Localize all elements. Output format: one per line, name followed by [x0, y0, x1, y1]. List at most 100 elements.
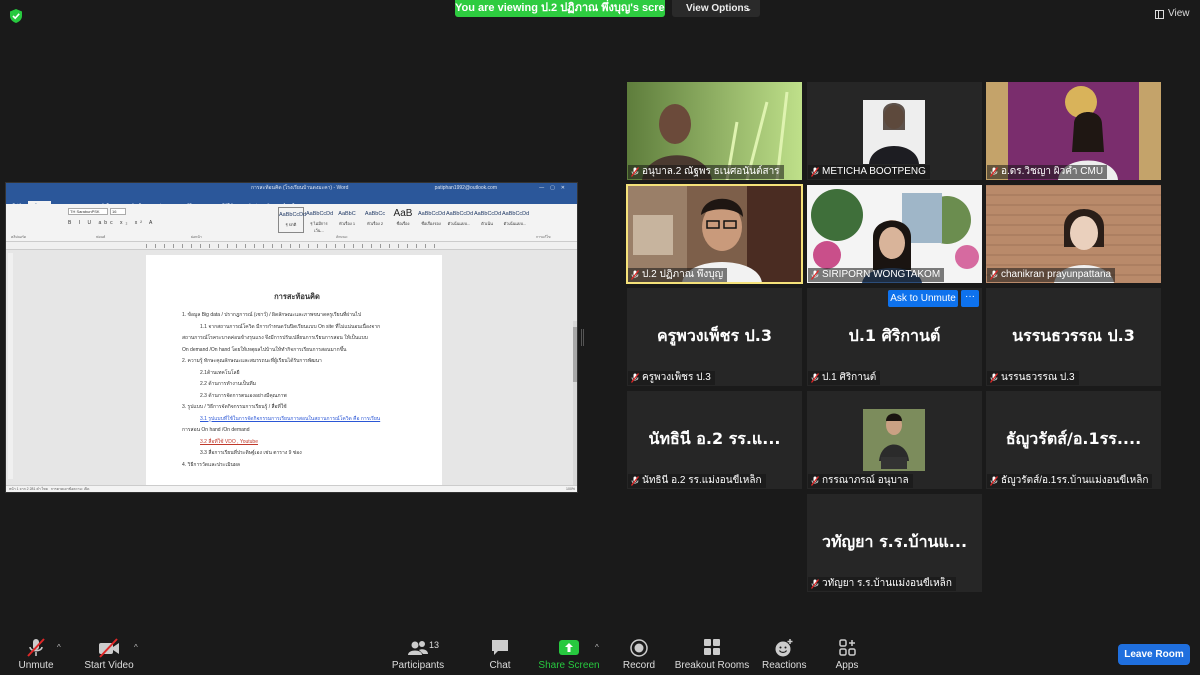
- participant-nameplate: อ.ดร.วิชญา ผิวคำ CMU: [987, 165, 1108, 179]
- participant-tile[interactable]: วทัญยา ร.ร.บ้านแ... วทัญยา ร.ร.บ้านแม่งอน…: [807, 494, 982, 592]
- style-sample: AaB: [393, 208, 413, 219]
- participant-tile[interactable]: นรรนธวรรณ ป.3 นรรนธวรรณ ป.3: [986, 288, 1161, 386]
- style-preset[interactable]: AaBbCcDd ตัวเน้นแบบ...: [502, 207, 529, 233]
- participant-name: นัทธินี อ.2 รร.แม่งอนขี้เหล็ก: [642, 475, 762, 486]
- status-zoom: 100%: [566, 487, 575, 491]
- muted-mic-icon: [990, 373, 998, 383]
- doc-line: 1. ข้อมูล Big data / ปรากฎการณ์ (เชาว์) …: [182, 312, 362, 318]
- word-status-bar: หน้า 1 จาก 2 281 คำ ไทย การคาดเดาข้อความ…: [6, 485, 577, 492]
- participant-name: วทัญยา ร.ร.บ้านแม่งอนขี้เหล็ก: [822, 578, 952, 589]
- doc-line: 2. ความรู้ ทักษะคุณลักษณะและสมรรถนะที่ผู…: [182, 358, 322, 364]
- zoom-meeting-window: You are viewing ป.2 ปฏิภาณ พึ่งบุญ's scr…: [0, 0, 1200, 675]
- participant-tile[interactable]: ป.2 ปฏิภาณ พึ่งบุญ: [626, 184, 803, 284]
- shared-screen[interactable]: การสะท้อนคิด (โรงเรียนบ้านดงมะคา) - Word…: [5, 182, 578, 493]
- participant-name: ครูพวงเพ็ชร ป.3: [642, 372, 711, 383]
- leave-room-button[interactable]: Leave Room: [1118, 644, 1190, 665]
- format-buttons: B I U abc x₂ x² A: [68, 220, 156, 226]
- participant-name: กรรณาภรณ์ อนุบาล: [822, 475, 909, 486]
- participant-display-name: ป.1 ศิริกานต์: [848, 326, 941, 345]
- participant-name: อ.ดร.วิชญา ผิวคำ CMU: [1001, 166, 1104, 177]
- participant-tile[interactable]: กรรณาภรณ์ อนุบาล: [807, 391, 982, 489]
- view-layout-button[interactable]: View: [1150, 5, 1192, 23]
- viewing-screen-banner: You are viewing ป.2 ปฏิภาณ พึ่งบุญ's scr…: [455, 0, 665, 17]
- horizontal-ruler: [6, 242, 577, 250]
- style-preset[interactable]: AaB ชื่อเรื่อง: [390, 207, 416, 233]
- vertical-ruler: [8, 253, 13, 479]
- share-screen-button[interactable]: Share Screen: [538, 630, 600, 675]
- muted-mic-icon: [631, 270, 639, 280]
- view-options-dropdown[interactable]: View Options ⌄: [672, 0, 760, 17]
- doc-line: On demand /On hand โดยให้เหตุผลไปบ้านให้…: [182, 346, 347, 353]
- style-label: ตัวเน้นแบบ...: [503, 221, 527, 226]
- document-page: การสะท้อนคิด 1. ข้อมูล Big data / ปรากฎก…: [146, 255, 442, 490]
- reactions-smiley-icon: [775, 639, 793, 657]
- chat-label: Chat: [489, 660, 511, 671]
- breakout-rooms-button[interactable]: Breakout Rooms: [674, 630, 750, 675]
- style-preset[interactable]: AaBbCcDd ตัวเน้น: [474, 207, 502, 233]
- record-label: Record: [622, 660, 656, 671]
- style-sample: AaBbCcDd: [474, 211, 502, 217]
- muted-microphone-icon: [27, 638, 45, 657]
- share-screen-icon: [559, 640, 579, 655]
- participant-name: นรรนธวรรณ ป.3: [1001, 372, 1075, 383]
- window-controls: —▢✕: [539, 185, 571, 191]
- unmute-button[interactable]: Unmute: [10, 630, 62, 675]
- muted-mic-icon: [811, 167, 819, 177]
- style-preset[interactable]: AaBbCcDd ¶ ปกติ: [278, 207, 307, 233]
- security-shield-icon[interactable]: [9, 9, 23, 23]
- muted-mic-icon: [811, 476, 819, 486]
- breakout-rooms-label: Breakout Rooms: [674, 660, 750, 671]
- participant-display-name: ครูพวงเพ็ชร ป.3: [656, 326, 773, 345]
- style-preset[interactable]: AaBbCcDd ชื่อเรื่องรอง: [418, 207, 445, 233]
- document-area: การสะท้อนคิด 1. ข้อมูล Big data / ปรากฎก…: [6, 251, 577, 492]
- participant-tile[interactable]: อนุบาล.2 ณัฐพร ธเนศอนันต์สาร: [627, 82, 802, 180]
- apps-button[interactable]: Apps: [830, 630, 864, 675]
- participant-name: ธัญูวรัตส์/อ.1รร.บ้านแม่งอนขี้เหล็ก: [1001, 475, 1149, 486]
- participants-button[interactable]: Participants: [390, 630, 446, 675]
- start-video-button[interactable]: Start Video: [82, 630, 136, 675]
- more-options-button[interactable]: ···: [961, 290, 979, 307]
- participant-display-name: ธัญูวรัตส์/อ.1รร....: [1005, 429, 1142, 448]
- participant-tile[interactable]: อ.ดร.วิชญา ผิวคำ CMU: [986, 82, 1161, 180]
- panel-splitter-handle[interactable]: [581, 329, 584, 346]
- participant-tile[interactable]: METICHA BOOTPENG: [807, 82, 982, 180]
- muted-mic-icon: [811, 373, 819, 383]
- ribbon-group-label: ย่อหน้า: [191, 235, 202, 239]
- video-options-caret-icon[interactable]: ^: [134, 643, 138, 652]
- style-label: ตัวเน้นแบบ...: [447, 221, 471, 226]
- ribbon-group-label: ฟอนต์: [96, 235, 106, 239]
- participant-nameplate: SIRIPORN WONGTAKOM: [808, 268, 945, 282]
- style-sample: AaBbCcDd: [306, 211, 334, 217]
- participant-tile[interactable]: SIRIPORN WONGTAKOM: [807, 185, 982, 283]
- chat-bubble-icon: [492, 640, 508, 655]
- word-ribbon-tabs: ไฟล์หน้าแรกแทรกออกแบบเค้าโครงการอ้างอิงก…: [6, 194, 577, 211]
- style-preset[interactable]: AaBbC หัวเรื่อง 1: [334, 207, 360, 233]
- participant-tile[interactable]: chanikran prayunpattana: [986, 185, 1161, 283]
- style-sample: AaBbCcDd: [446, 211, 474, 217]
- doc-line: 2.2 ด้านการทำงานเป็นทีม: [200, 381, 256, 387]
- style-label: ตัวเน้น: [481, 221, 493, 226]
- participant-nameplate: ธัญูวรัตส์/อ.1รร.บ้านแม่งอนขี้เหล็ก: [987, 474, 1153, 488]
- document-scrollbar[interactable]: [573, 321, 577, 492]
- doc-line: 4. วิธีการวัดและประเมินผล: [182, 461, 240, 468]
- chevron-down-icon: ⌄: [745, 4, 752, 13]
- chat-button[interactable]: Chat: [483, 630, 517, 675]
- reactions-button[interactable]: Reactions: [762, 630, 806, 675]
- participant-name: อนุบาล.2 ณัฐพร ธเนศอนันต์สาร: [642, 166, 780, 177]
- ask-to-unmute-button[interactable]: Ask to Unmute: [888, 290, 958, 307]
- video-off-icon: [99, 638, 119, 658]
- style-preset[interactable]: AaBbCcDd ¶ ไม่มีการเว้น...: [306, 207, 334, 233]
- participant-tile[interactable]: นัทธินี อ.2 รร.แ... นัทธินี อ.2 รร.แม่งอน…: [627, 391, 802, 489]
- start-video-label: Start Video: [84, 660, 134, 671]
- participant-nameplate: ครูพวงเพ็ชร ป.3: [628, 371, 715, 385]
- participant-tile[interactable]: ครูพวงเพ็ชร ป.3 ครูพวงเพ็ชร ป.3: [627, 288, 802, 386]
- status-page-info: หน้า 1 จาก 2 281 คำ ไทย: [9, 487, 48, 491]
- audio-options-caret-icon[interactable]: ^: [57, 643, 61, 652]
- participant-display-name: นรรนธวรรณ ป.3: [1012, 326, 1135, 345]
- participant-tile[interactable]: ธัญูวรัตส์/อ.1รร.... ธัญูวรัตส์/อ.1รร.บ้า…: [986, 391, 1161, 489]
- style-sample: AaBbCcDd: [279, 212, 307, 218]
- style-preset[interactable]: AaBbCcDd ตัวเน้นแบบ...: [446, 207, 474, 233]
- share-options-caret-icon[interactable]: ^: [595, 643, 599, 652]
- record-button[interactable]: Record: [620, 630, 658, 675]
- style-preset[interactable]: AaBbCc หัวเรื่อง 2: [362, 207, 388, 233]
